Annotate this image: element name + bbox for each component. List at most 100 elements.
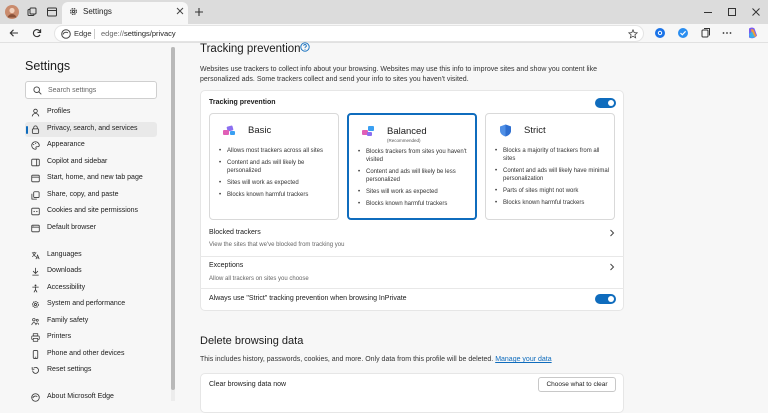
strict-inprivate-label: Always use "Strict" tracking prevention … (209, 295, 407, 302)
option-title: Strict (524, 125, 546, 136)
appearance-icon (31, 141, 40, 150)
more-options-icon[interactable] (722, 28, 732, 38)
minimize-icon[interactable] (700, 4, 716, 20)
lock-icon (31, 125, 40, 134)
profile-avatar[interactable] (4, 4, 20, 20)
tracking-description: Websites use trackers to collect info ab… (200, 66, 597, 83)
search-icon (33, 86, 42, 95)
vertical-tabs-icon[interactable] (44, 4, 60, 20)
sidebar-title: Settings (25, 59, 71, 73)
close-tab-icon[interactable] (176, 7, 184, 15)
sidebar-item-label: Languages (47, 251, 82, 258)
sidebar-item-label: Accessibility (47, 284, 86, 291)
exceptions-title[interactable]: Exceptions (209, 262, 243, 269)
delete-description-text: This includes history, passwords, cookie… (200, 356, 494, 363)
workspaces-icon[interactable] (24, 4, 40, 20)
sidebar-item-label: System and performance (47, 300, 126, 307)
blocked-trackers-subtitle: View the sites that we've blocked from t… (209, 242, 345, 248)
option-bullet: Blocks a majority of trackers from all s… (494, 147, 612, 163)
edge-logo-icon (61, 29, 71, 39)
search-input[interactable] (48, 85, 152, 96)
new-tab-icon[interactable] (191, 4, 207, 20)
sidebar-item-label: Appearance (47, 141, 85, 148)
sidebar-item-label: About Microsoft Edge (47, 393, 114, 400)
option-bullets: Blocks a majority of trackers from all s… (494, 147, 612, 211)
profile-icon (31, 108, 40, 117)
sidebar-item-phone[interactable]: Phone and other devices (25, 347, 157, 362)
sidebar-item-profiles[interactable]: Profiles (25, 105, 157, 120)
sidebar-item-label: Default browser (47, 224, 97, 231)
sidebar-item-label: Phone and other devices (47, 350, 125, 357)
sidebar-item-system[interactable]: System and performance (25, 297, 157, 312)
search-settings-box[interactable] (25, 81, 157, 99)
sidebar-item-default-browser[interactable]: Default browser (25, 221, 157, 236)
sidebar-item-share[interactable]: Share, copy, and paste (25, 188, 157, 203)
option-bullet: Blocks known harmful trackers (218, 191, 336, 199)
sidebar-item-family[interactable]: Family safety (25, 314, 157, 329)
sidebar-item-start-home[interactable]: Start, home, and new tab page (25, 171, 157, 186)
option-basic[interactable]: Basic Allows most trackers across all si… (209, 113, 339, 220)
option-bullet: Blocks known harmful trackers (494, 199, 612, 207)
share-icon (31, 191, 40, 200)
option-recommended: (Recommended) (387, 138, 421, 143)
option-balanced[interactable]: Balanced (Recommended) Blocks trackers f… (347, 113, 477, 220)
option-bullet: Content and ads will likely have minimal… (494, 167, 612, 183)
blocked-trackers-title[interactable]: Blocked trackers (209, 229, 261, 236)
family-icon (31, 318, 40, 326)
tracking-heading: Tracking prevention (200, 42, 310, 55)
strict-inprivate-toggle[interactable] (595, 294, 616, 304)
tab-title: Settings (83, 7, 112, 16)
manage-data-link[interactable]: Manage your data (495, 356, 551, 363)
delete-description: This includes history, passwords, cookie… (200, 356, 552, 363)
url-text[interactable]: edge://settings/privacy (101, 29, 176, 38)
sidebar-item-label: Family safety (47, 317, 89, 324)
clear-data-label: Clear browsing data now (209, 381, 287, 388)
copilot-icon[interactable] (746, 26, 760, 40)
sidebar-item-label: Share, copy, and paste (47, 191, 119, 198)
phone-icon (32, 350, 39, 359)
accessibility-icon (32, 284, 39, 293)
extension-icon[interactable] (654, 27, 666, 39)
option-bullet: Parts of sites might not work (494, 187, 612, 195)
back-icon[interactable] (9, 28, 19, 38)
sidebar-item-privacy[interactable]: Privacy, search, and services (25, 122, 157, 137)
sidebar-item-accessibility[interactable]: Accessibility (25, 281, 157, 296)
option-strict[interactable]: Strict Blocks a majority of trackers fro… (485, 113, 615, 220)
languages-icon (31, 251, 40, 260)
shield-icon (500, 124, 511, 137)
close-window-icon[interactable] (748, 4, 764, 20)
reset-icon (31, 367, 39, 374)
download-icon (32, 267, 39, 276)
tab-settings[interactable]: Settings (62, 2, 188, 24)
printer-icon (31, 333, 40, 342)
sidebar-item-appearance[interactable]: Appearance (25, 138, 157, 153)
option-bullets: Allows most trackers across all sites Co… (218, 147, 336, 203)
address-bar[interactable]: Edge edge://settings/privacy (54, 25, 644, 42)
sidebar-item-downloads[interactable]: Downloads (25, 264, 157, 279)
sidebar-item-reset[interactable]: Reset settings (25, 363, 157, 378)
sidebar-item-cookies[interactable]: Cookies and site permissions (25, 204, 157, 219)
browser-essentials-icon[interactable] (677, 27, 689, 39)
refresh-icon[interactable] (32, 28, 42, 38)
choose-what-to-clear-button[interactable]: Choose what to clear (538, 377, 616, 392)
title-bar: Settings (0, 0, 768, 24)
sidebar-scrollbar-thumb[interactable] (171, 47, 175, 390)
help-icon[interactable] (300, 42, 310, 52)
tracking-toggle-label: Tracking prevention (209, 99, 276, 106)
sidebar-item-copilot[interactable]: Copilot and sidebar (25, 155, 157, 170)
sidebar-item-printers[interactable]: Printers (25, 330, 157, 345)
chevron-right-icon[interactable] (609, 229, 615, 237)
maximize-icon[interactable] (724, 4, 740, 20)
sidebar-item-about[interactable]: About Microsoft Edge (25, 390, 157, 405)
option-bullet: Sites will work as expected (357, 188, 475, 196)
row-divider (200, 288, 624, 289)
favorite-star-icon[interactable] (628, 29, 638, 39)
site-identity-label[interactable]: Edge (74, 29, 92, 38)
tracking-toggle[interactable] (595, 98, 616, 108)
sidebar-item-label: Start, home, and new tab page (47, 174, 143, 181)
chevron-right-icon[interactable] (609, 263, 615, 271)
balanced-icon (362, 126, 374, 136)
option-bullet: Blocks trackers from sites you haven't v… (357, 148, 475, 164)
sidebar-item-languages[interactable]: Languages (25, 248, 157, 263)
collections-icon[interactable] (700, 27, 712, 39)
